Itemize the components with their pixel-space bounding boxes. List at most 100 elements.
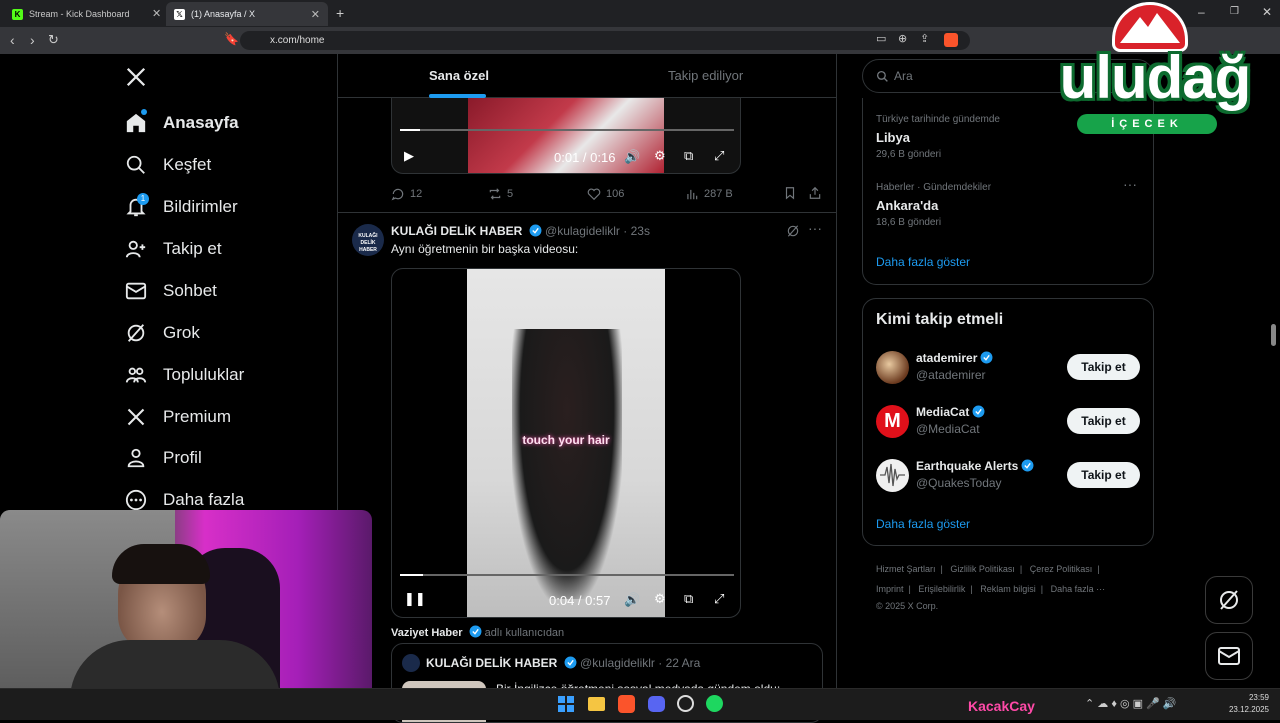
forward-icon[interactable]: › — [30, 32, 35, 48]
more-options-icon[interactable]: ··· — [1123, 176, 1137, 192]
fullscreen-icon[interactable]: ⤢ — [714, 148, 724, 164]
pip-icon[interactable]: ⧉ — [684, 148, 693, 164]
clock-time[interactable]: 23:59 — [1227, 693, 1269, 702]
view-count: 287 B — [704, 188, 733, 200]
grok-floating-button[interactable] — [1205, 576, 1253, 624]
footer-link-terms[interactable]: Hizmet Şartları — [876, 564, 936, 574]
search-input[interactable]: Ara — [894, 69, 913, 83]
bookmark-icon[interactable] — [783, 186, 797, 200]
reply-icon — [391, 188, 404, 201]
footer-link-cookies[interactable]: Çerez Politikası — [1030, 564, 1093, 574]
verified-icon — [564, 656, 577, 669]
system-tray-icons[interactable]: ⌃ ☁ ♦ ◎ ▣ 🎤 🔊 — [1085, 697, 1177, 710]
account-name[interactable]: atademirer — [916, 351, 977, 365]
trend-title[interactable]: Libya — [876, 130, 910, 145]
sidebar-item-grok[interactable]: Grok — [124, 318, 200, 348]
settings-icon[interactable]: ⚙ — [654, 148, 666, 164]
reply-button[interactable]: 12 — [391, 187, 422, 201]
like-button[interactable]: 106 — [587, 187, 624, 201]
sidebar-item-follow[interactable]: Takip et — [124, 234, 222, 264]
sidebar-item-communities[interactable]: Topluluklar — [124, 360, 244, 390]
brave-shield-icon[interactable] — [944, 33, 958, 47]
views-button[interactable]: 287 B — [685, 187, 733, 201]
unread-dot — [141, 109, 147, 115]
browser-tab-x[interactable]: 𝕏 (1) Anasayfa / X ✕ — [166, 2, 328, 26]
fullscreen-icon[interactable]: ⤢ — [714, 591, 724, 607]
footer-link-ads[interactable]: Reklam bilgisi — [980, 584, 1036, 594]
close-icon[interactable]: ✕ — [311, 8, 320, 21]
account-handle: @MediaCat — [916, 422, 980, 436]
mail-icon — [1218, 647, 1240, 665]
bookmark-icon[interactable]: 🔖 — [224, 32, 239, 46]
windows-start-icon[interactable] — [558, 696, 574, 712]
profile-icon — [124, 446, 148, 470]
tab-for-you[interactable]: Sana özel — [429, 68, 489, 83]
footer-link-imprint[interactable]: Imprint — [876, 584, 904, 594]
cast-icon[interactable]: ▭ — [876, 32, 886, 45]
repost-count: 5 — [507, 188, 514, 200]
share-icon[interactable] — [808, 186, 822, 200]
settings-icon[interactable]: ⚙ — [654, 591, 666, 607]
brand-subtitle: İÇECEK — [1077, 114, 1217, 134]
show-more-link[interactable]: Daha fazla göster — [876, 517, 970, 531]
sidebar-item-label: Takip et — [163, 239, 222, 258]
share-icon[interactable]: ⇪ — [920, 32, 929, 45]
brave-browser-icon[interactable] — [618, 695, 635, 713]
discord-icon[interactable] — [648, 696, 665, 712]
footer-link-privacy[interactable]: Gizlilik Politikası — [950, 564, 1015, 574]
grok-icon[interactable] — [786, 224, 800, 238]
url-bar[interactable]: x.com/home — [240, 31, 970, 50]
volume-icon[interactable]: 🔊 — [624, 149, 640, 165]
source-name[interactable]: Vaziyet Haber — [391, 627, 463, 639]
pause-icon[interactable]: ❚❚ — [404, 591, 426, 607]
sidebar-item-premium[interactable]: Premium — [124, 402, 231, 432]
obs-icon[interactable] — [677, 695, 694, 712]
author-handle[interactable]: @kulagideliklr — [545, 224, 620, 238]
show-more-link[interactable]: Daha fazla göster — [876, 255, 970, 269]
messages-floating-button[interactable] — [1205, 632, 1253, 680]
pip-icon[interactable]: ⧉ — [684, 591, 693, 607]
x-logo-icon[interactable] — [125, 66, 147, 88]
tab-following[interactable]: Takip ediliyor — [668, 68, 743, 83]
tab-title: (1) Anasayfa / X — [191, 9, 256, 19]
play-icon[interactable]: ▶ — [404, 148, 414, 164]
follow-button[interactable]: Takip et — [1067, 354, 1140, 380]
follow-button[interactable]: Takip et — [1067, 408, 1140, 434]
spotify-icon[interactable] — [706, 695, 723, 712]
zoom-icon[interactable]: ⊕ — [898, 32, 907, 45]
file-explorer-icon[interactable] — [588, 697, 605, 711]
close-icon[interactable]: ✕ — [152, 7, 161, 20]
sidebar-item-profile[interactable]: Profil — [124, 443, 202, 473]
clock-date[interactable]: 23.12.2025 — [1227, 705, 1269, 714]
verified-icon — [972, 405, 985, 418]
webcam-overlay — [0, 510, 372, 688]
verified-icon — [469, 625, 482, 638]
sidebar-item-chat[interactable]: Sohbet — [124, 276, 217, 306]
seismograph-icon[interactable] — [876, 459, 909, 492]
repost-button[interactable]: 5 — [488, 187, 513, 201]
trend-title[interactable]: Ankara'da — [876, 198, 938, 213]
browser-tab-kick[interactable]: K Stream - Kick Dashboard — [4, 2, 164, 26]
avatar[interactable]: KULAĞI DELİK HABER — [352, 224, 384, 256]
footer-link-more[interactable]: Daha fazla ··· — [1051, 584, 1106, 594]
mediacat-logo-icon[interactable]: M — [876, 405, 909, 438]
author-name[interactable]: KULAĞI DELİK HABER — [391, 224, 522, 238]
more-options-icon[interactable]: ··· — [808, 220, 822, 236]
account-name[interactable]: MediaCat — [916, 405, 969, 419]
repost-source: Vaziyet Haber adlı kullanıcıdan — [391, 625, 564, 639]
follow-button[interactable]: Takip et — [1067, 462, 1140, 488]
post-video-1[interactable]: ▶ 0:01 / 0:16 🔊 ⚙ ⧉ ⤢ — [391, 98, 741, 174]
avatar[interactable] — [876, 351, 909, 384]
volume-icon[interactable]: 🔊 — [624, 592, 640, 608]
account-name[interactable]: Earthquake Alerts — [916, 459, 1018, 473]
post-video-2[interactable]: touch your hair ❚❚ 0:04 / 0:57 🔊 ⚙ ⧉ ⤢ — [391, 268, 741, 618]
sidebar-item-explore[interactable]: Keşfet — [124, 150, 211, 180]
back-icon[interactable]: ‹ — [10, 32, 15, 48]
footer-link-accessibility[interactable]: Erişilebilirlik — [918, 584, 965, 594]
post-time[interactable]: · 23s — [623, 224, 650, 238]
new-tab-button[interactable]: + — [336, 5, 344, 21]
video-progress-track[interactable] — [400, 574, 734, 576]
reload-icon[interactable]: ↻ — [48, 32, 59, 48]
scrollbar-thumb[interactable] — [1271, 324, 1276, 346]
video-progress-track[interactable] — [400, 129, 734, 131]
